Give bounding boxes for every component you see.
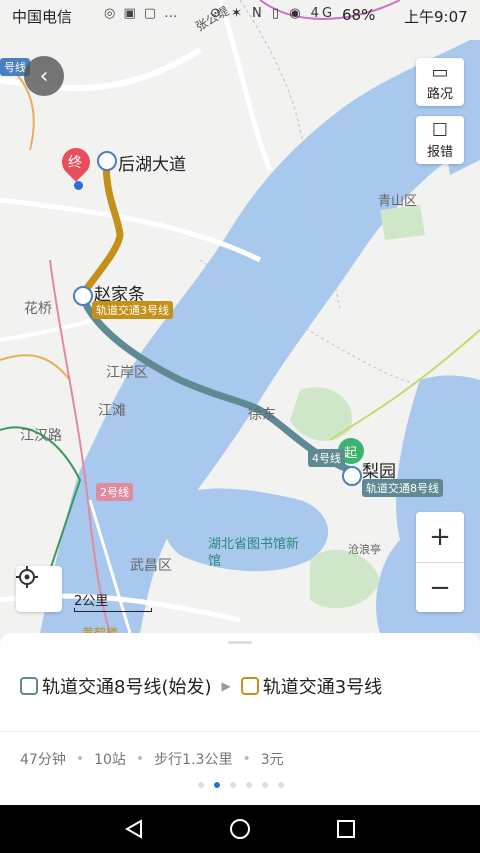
- zoom-in-button[interactable]: +: [416, 512, 464, 562]
- line8-badge: 轨道交通8号线: [362, 479, 443, 497]
- clock: 上午9:07: [404, 8, 468, 26]
- line4-badge: 4号线: [308, 449, 345, 467]
- page-indicator[interactable]: [198, 782, 294, 788]
- map-label-qingshan: 青山区: [378, 194, 418, 209]
- battery-label: 68%: [342, 6, 376, 24]
- stop-count: 10站: [94, 752, 126, 768]
- scale-label: 2公里: [74, 594, 109, 609]
- walk-distance: 步行1.3公里: [154, 752, 233, 768]
- start-pin-label: 起: [344, 446, 358, 461]
- zoom-controls: + −: [416, 512, 464, 612]
- route-arrow-icon: ▶: [221, 679, 231, 693]
- traffic-icon: ▭: [431, 61, 449, 83]
- current-location-dot: [74, 181, 83, 190]
- route-panel[interactable]: 轨道交通8号线(始发) ▶ 轨道交通3号线 47分钟 • 10站 • 步行1.3…: [0, 633, 480, 805]
- map-view[interactable]: 张公堤 后湖大道 终 赵家条 轨道交通3号线 花桥 江岸区 江滩 江汉路 徐东 …: [0, 0, 480, 633]
- duration: 47分钟: [20, 752, 66, 768]
- nav-recents-button[interactable]: [332, 815, 360, 843]
- chevron-left-icon: ‹: [39, 63, 49, 89]
- fare: 3元: [260, 752, 284, 768]
- page-dot[interactable]: [214, 782, 220, 788]
- circle-home-icon: [230, 819, 250, 839]
- zoom-out-button[interactable]: −: [416, 562, 464, 613]
- route-segment-1: 轨道交通8号线(始发): [42, 677, 212, 698]
- crosshair-icon: [16, 566, 38, 588]
- end-pin-label: 终: [68, 155, 82, 171]
- triangle-back-icon: [124, 819, 142, 839]
- start-station-icon: [342, 466, 362, 486]
- report-icon: ☐: [431, 119, 449, 141]
- traffic-button[interactable]: ▭ 路况: [416, 58, 464, 106]
- metro-train-icon: [20, 677, 38, 695]
- nav-back-button[interactable]: [120, 815, 148, 843]
- drag-handle[interactable]: [228, 641, 252, 644]
- scale-bar: 2公里: [74, 590, 152, 612]
- divider: [0, 731, 480, 732]
- map-label-canglangting: 沧浪亭: [348, 543, 381, 556]
- scale-line: [74, 608, 152, 612]
- carrier-label: 中国电信: [12, 8, 73, 26]
- traffic-label: 路况: [426, 86, 453, 102]
- transfer-station-icon: [73, 286, 93, 306]
- metro-train-icon: [240, 677, 259, 695]
- page-dot[interactable]: [198, 782, 204, 788]
- route-segment-2: 轨道交通3号线: [262, 677, 383, 698]
- report-label: 报错: [426, 144, 453, 160]
- map-label-wuchang: 武昌区: [130, 558, 172, 574]
- locate-button[interactable]: [16, 566, 62, 612]
- page-dot[interactable]: [278, 782, 284, 788]
- route-summary: 轨道交通8号线(始发) ▶ 轨道交通3号线: [20, 673, 382, 699]
- page-dot[interactable]: [246, 782, 252, 788]
- metro-station-icon: [97, 151, 117, 171]
- line3-badge: 轨道交通3号线: [92, 301, 173, 319]
- map-label-huaqiao: 花桥: [24, 301, 52, 317]
- system-icons: ⊙ ✶ N ▯ ◉ 4G: [210, 6, 336, 21]
- back-button[interactable]: ‹: [24, 56, 64, 96]
- map-label-huanghelou: 黄鹤楼: [82, 626, 119, 633]
- map-label-xudong: 徐东: [248, 407, 276, 423]
- nav-home-button[interactable]: [226, 815, 254, 843]
- page-dot[interactable]: [230, 782, 236, 788]
- map-label-jiangtan: 江滩: [98, 403, 126, 419]
- map-label-end-station: 后湖大道: [118, 155, 186, 175]
- system-nav-bar: [0, 805, 480, 853]
- map-label-jiangan: 江岸区: [106, 365, 148, 381]
- trip-stats: 47分钟 • 10站 • 步行1.3公里 • 3元: [20, 751, 284, 768]
- notification-icons: ◎ ▣ ▢ …: [104, 6, 180, 21]
- line2-badge: 2号线: [96, 483, 133, 501]
- status-bar: 中国电信 ◎ ▣ ▢ … ⊙ ✶ N ▯ ◉ 4G 68% 上午9:07: [0, 0, 480, 32]
- page-dot[interactable]: [262, 782, 268, 788]
- square-recents-icon: [337, 820, 355, 838]
- report-button[interactable]: ☐ 报错: [416, 116, 464, 164]
- map-label-library: 湖北省图书馆新馆: [208, 537, 300, 569]
- map-label-jianghanlu: 江汉路: [20, 428, 62, 444]
